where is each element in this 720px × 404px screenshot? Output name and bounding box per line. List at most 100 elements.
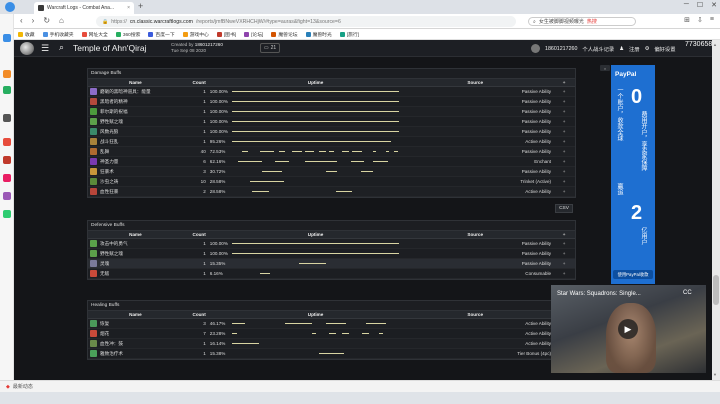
minimize-icon[interactable]: ─ [684, 1, 689, 9]
ad-cta-button[interactable]: 使用PayPal收款 [613, 270, 653, 279]
csv-button[interactable]: CSV [555, 204, 573, 213]
hamburger-menu-icon[interactable]: ☰ [41, 43, 49, 53]
buff-name[interactable]: 战斗狂乱 [100, 139, 118, 145]
bookmark-item[interactable]: 魔兽时光 [305, 31, 332, 38]
expand-row-icon[interactable]: + [553, 179, 575, 184]
downloads-icon[interactable]: ⇩ [697, 16, 703, 24]
browser-logo-icon[interactable] [5, 2, 15, 12]
menu-icon[interactable]: ≡ [710, 16, 714, 24]
extensions-icon[interactable]: ⊞ [684, 16, 690, 24]
close-window-icon[interactable]: ✕ [711, 1, 717, 9]
buff-name[interactable]: 灵魂 [100, 261, 109, 267]
expand-row-icon[interactable]: + [553, 271, 575, 276]
expand-row-icon[interactable]: + [553, 241, 575, 246]
user-name[interactable]: 18601217260 [545, 46, 577, 52]
back-icon[interactable]: ‹ [20, 16, 23, 25]
browser-tab[interactable]: Warcraft Logs - Combat Ana... × [34, 2, 134, 14]
forward-icon[interactable]: › [32, 16, 35, 25]
avatar[interactable] [531, 44, 540, 53]
expand-row-icon[interactable]: + [553, 109, 575, 114]
header-name[interactable]: Name [88, 232, 181, 237]
buff-name[interactable]: 野性赋之魂 [100, 251, 123, 257]
site-search-icon[interactable]: ⌕ [59, 42, 64, 52]
scrollbar-thumb[interactable] [713, 275, 719, 305]
table-row[interactable]: 黑暗者的精神 1 100.00% Passive Ability + [88, 97, 575, 107]
page-scrollbar[interactable]: ▲ ▼ [712, 40, 720, 380]
expand-row-icon[interactable]: + [553, 149, 575, 154]
table-row[interactable]: 野性赋之魂 1 100.00% Passive Ability + [88, 249, 575, 259]
play-button[interactable]: ▶ [618, 319, 638, 339]
expand-row-icon[interactable]: + [553, 89, 575, 94]
buff-name[interactable]: 菲尔斯的祝福 [100, 109, 128, 115]
header-source[interactable]: Source [399, 232, 553, 237]
bookmark-item[interactable]: 网址大全 [81, 31, 108, 38]
bookmark-item[interactable]: [旅行] [339, 31, 359, 38]
buff-name[interactable]: 狂暴术 [100, 169, 114, 175]
sidebar-app-icon[interactable] [3, 70, 11, 78]
table-row[interactable]: 血性冲：鼓116.14%Active Ability+ [88, 339, 575, 349]
header-uptime[interactable]: Uptime [232, 231, 400, 239]
sidebar-app-icon[interactable] [3, 86, 11, 94]
bookmark-item[interactable]: [论坛] [244, 31, 263, 38]
table-row[interactable]: 神圣力量 6 62.16% Enchant + [88, 157, 575, 167]
buff-name[interactable]: 沙虫之祷 [100, 179, 118, 185]
table-row[interactable]: 菲尔斯的祝福 1 100.00% Passive Ability + [88, 107, 575, 117]
header-count[interactable]: Count [181, 232, 208, 237]
buff-name[interactable]: 风数光狼 [100, 129, 118, 135]
sidebar-app-icon[interactable] [3, 34, 11, 42]
expand-row-icon[interactable]: + [553, 99, 575, 104]
header-source[interactable]: Source [399, 312, 553, 317]
expand-row-icon[interactable]: + [553, 261, 575, 266]
expand-row-icon[interactable]: + [553, 159, 575, 164]
buff-name[interactable]: 血性狂暴 [100, 189, 118, 195]
table-row[interactable]: 恢复346.17%Active Ability+ [88, 319, 575, 329]
header-source[interactable]: Source [399, 80, 553, 85]
buff-name[interactable]: 野性赋之魂 [100, 119, 123, 125]
header-uptime[interactable]: Uptime [232, 311, 400, 319]
sidebar-app-icon[interactable] [3, 174, 11, 182]
bookmark-item[interactable]: [图书] [216, 31, 236, 38]
bookmark-item[interactable]: 魔兽论坛 [271, 31, 298, 38]
created-by-user[interactable]: 18601217260 [195, 42, 223, 47]
new-tab-button[interactable]: + [138, 1, 143, 11]
bookmark-item[interactable]: 手机收藏夹 [42, 31, 74, 38]
expand-row-icon[interactable]: + [553, 189, 575, 194]
table-row[interactable]: 血性狂暴 2 28.58% Active Ability + [88, 187, 575, 197]
table-row[interactable]: 野性赋之魂 1 100.00% Passive Ability + [88, 117, 575, 127]
table-row[interactable]: 战斗狂乱 1 95.26% Active Ability + [88, 137, 575, 147]
table-row[interactable]: 风数光狼 1 100.00% Passive Ability + [88, 127, 575, 137]
url-input[interactable]: 🔒 https:// cn.classic.warcraftlogs.com /… [96, 16, 516, 27]
sidebar-app-icon[interactable] [3, 192, 11, 200]
sidebar-app-icon[interactable] [3, 156, 11, 164]
scroll-down-icon[interactable]: ▼ [713, 372, 717, 377]
sidebar-app-icon[interactable] [3, 114, 11, 122]
warcraftlogs-logo-icon[interactable] [20, 42, 34, 55]
sidebar-app-icon[interactable] [3, 210, 11, 218]
buff-name[interactable]: 无敌 [100, 271, 109, 277]
tab-close-icon[interactable]: × [127, 5, 130, 11]
table-row[interactable]: 雅致治疗术115.38%Tier Bonus (4pc)+ [88, 349, 575, 359]
buff-name[interactable]: 雅致治疗术 [100, 351, 123, 357]
buff-name[interactable]: 烟花 [100, 331, 109, 337]
buff-name[interactable]: 血性冲：鼓 [100, 341, 123, 347]
table-row[interactable]: 烟花723.28%Active Ability+ [88, 329, 575, 339]
expand-row-icon[interactable]: + [553, 169, 575, 174]
table-row[interactable]: 沙虫之祷 10 28.58% Trinket (Active) + [88, 177, 575, 187]
register-link[interactable]: 注册 [629, 45, 640, 53]
browser-search-input[interactable]: ⌕ 女生被脚脚视频曝光 热搜 [528, 17, 636, 26]
video-player[interactable]: Star Wars: Squadrons: Single... CC ▶ [551, 285, 706, 373]
header-expand-all[interactable]: + [553, 80, 575, 85]
table-row[interactable]: 磨砺的黑暗神道具：能量 1 100.00% Passive Ability + [88, 87, 575, 97]
buff-name[interactable]: 磨砺的黑暗神道具：能量 [100, 89, 151, 95]
header-count[interactable]: Count [181, 80, 208, 85]
sidebar-app-icon[interactable] [3, 138, 11, 146]
table-row[interactable]: 无敌 1 6.16% Consumable + [88, 269, 575, 279]
reload-icon[interactable]: ↻ [43, 16, 50, 25]
scroll-up-icon[interactable]: ▲ [713, 42, 717, 47]
header-expand-all[interactable]: + [553, 232, 575, 237]
bookmark-item[interactable]: 收藏 [18, 31, 35, 38]
expand-row-icon[interactable]: + [553, 119, 575, 124]
table-row[interactable]: 灵魂 1 15.35% Passive Ability + [88, 259, 575, 269]
buff-name[interactable]: 恢复 [100, 321, 109, 327]
ad-close-button[interactable]: × [600, 65, 610, 71]
